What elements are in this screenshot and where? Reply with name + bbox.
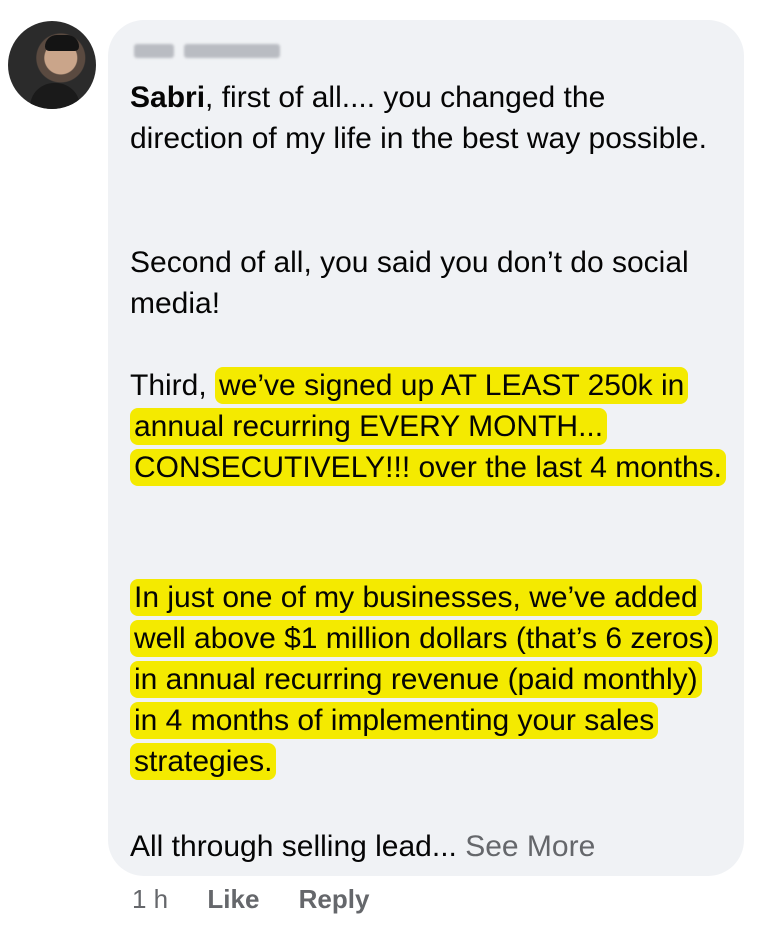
comment-paragraph-3: Third, we’ve signed up AT LEAST 250k in … bbox=[130, 365, 730, 488]
highlighted-text-1: we’ve signed up AT LEAST 250k in annual … bbox=[130, 367, 726, 486]
highlighted-text-2: In just one of my businesses, we’ve adde… bbox=[130, 579, 718, 780]
mentioned-name[interactable]: Sabri bbox=[130, 81, 205, 114]
comment-paragraph-4: In just one of my businesses, we’ve adde… bbox=[130, 577, 720, 782]
commenter-avatar[interactable] bbox=[8, 21, 96, 109]
comment-author-name-blurred[interactable] bbox=[134, 40, 294, 62]
comment-actions: 1 h Like Reply bbox=[132, 884, 401, 915]
see-more-link[interactable]: See More bbox=[465, 830, 595, 863]
blurred-name-part bbox=[134, 44, 174, 58]
paragraph-1-text: , first of all.... you changed the direc… bbox=[130, 81, 707, 155]
avatar-shirt bbox=[30, 83, 80, 109]
reply-button[interactable]: Reply bbox=[299, 884, 370, 914]
paragraph-5-text: All through selling lead... bbox=[130, 830, 457, 863]
like-button[interactable]: Like bbox=[207, 884, 259, 914]
comment-paragraph-2: Second of all, you said you don’t do soc… bbox=[130, 246, 689, 320]
comment-timestamp[interactable]: 1 h bbox=[132, 884, 168, 914]
comment-paragraph-5: All through selling lead... See More bbox=[130, 826, 730, 867]
comment-paragraph-1: Sabri, first of all.... you changed the … bbox=[130, 77, 720, 159]
avatar-hair bbox=[45, 35, 79, 51]
paragraph-3-lead: Third, bbox=[130, 369, 216, 402]
blurred-name-part bbox=[184, 44, 281, 58]
